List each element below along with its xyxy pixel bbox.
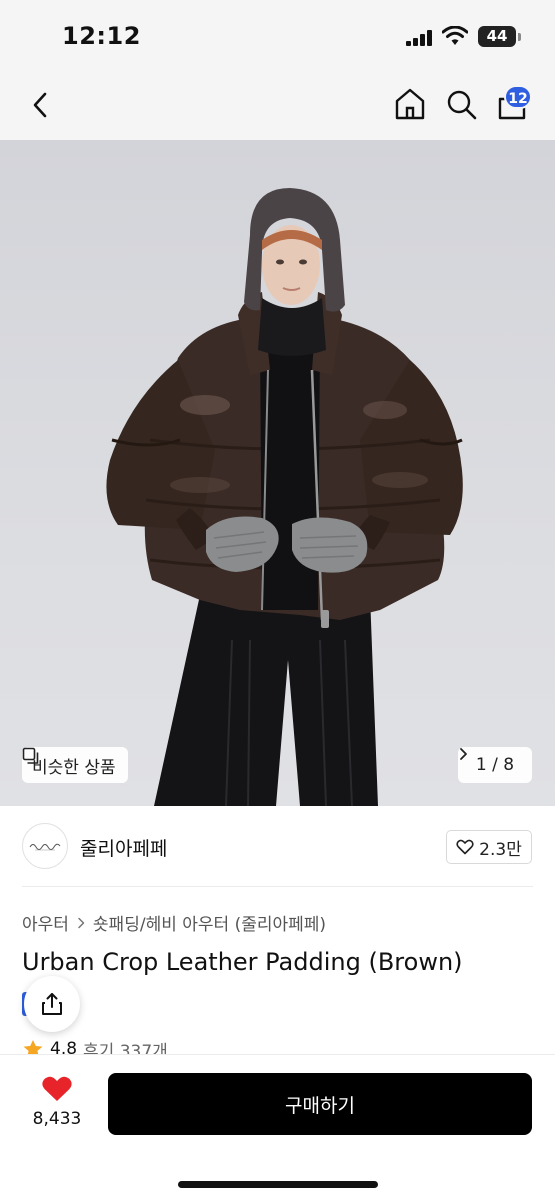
heart-filled-icon[interactable] xyxy=(41,1075,73,1103)
divider xyxy=(22,886,533,887)
breadcrumb-category[interactable]: 아우터 xyxy=(22,910,69,935)
home-icon[interactable] xyxy=(393,86,427,122)
wishlist-count: 8,433 xyxy=(32,1109,82,1129)
chevron-right-icon xyxy=(78,917,85,928)
breadcrumb-subcategory[interactable]: 숏패딩/헤비 아우터 (줄리아페페) xyxy=(93,910,326,935)
brand-row: 줄리아페페 2.3만 xyxy=(0,806,555,886)
battery-cap xyxy=(518,33,521,41)
brand-name[interactable]: 줄리아페페 xyxy=(80,834,167,861)
chevron-right-icon xyxy=(460,748,467,760)
back-icon[interactable] xyxy=(26,89,54,121)
status-bar: 12:12 44 xyxy=(0,0,555,72)
top-nav-bar: 12 xyxy=(0,72,555,140)
similar-products-label: 비슷한 상품 xyxy=(32,757,116,778)
product-title: Urban Crop Leather Padding (Brown) xyxy=(22,948,463,976)
similar-products-icon xyxy=(22,747,39,764)
buy-button-label: 구매하기 xyxy=(285,1094,355,1117)
brand-logo-mark xyxy=(29,843,61,851)
brand-like-count: 2.3만 xyxy=(479,839,522,860)
similar-products-button[interactable]: 비슷한 상품 xyxy=(22,747,128,783)
cart-count-badge: 12 xyxy=(504,85,532,109)
signal-icon xyxy=(406,30,432,46)
image-page-indicator[interactable]: 1 / 8 xyxy=(458,747,532,783)
heart-outline-icon xyxy=(456,839,474,855)
home-indicator xyxy=(178,1181,378,1188)
bottom-action-bar: 8,433 구매하기 xyxy=(0,1054,555,1200)
status-time: 12:12 xyxy=(62,22,141,50)
product-photo xyxy=(106,188,463,806)
buy-button[interactable]: 구매하기 xyxy=(108,1073,532,1135)
battery-level: 44 xyxy=(486,27,508,45)
brand-logo[interactable] xyxy=(22,823,68,869)
breadcrumb: 아우터 숏패딩/헤비 아우터 (줄리아페페) xyxy=(22,910,326,935)
product-image[interactable]: 비슷한 상품 1 / 8 xyxy=(0,140,555,806)
brand-like-button[interactable]: 2.3만 xyxy=(446,830,532,864)
share-icon xyxy=(42,993,62,1015)
wifi-icon xyxy=(442,26,468,45)
image-page-text: 1 / 8 xyxy=(475,755,515,775)
battery-icon: 44 xyxy=(478,26,516,47)
share-button[interactable] xyxy=(24,976,80,1032)
search-icon[interactable] xyxy=(444,86,478,122)
